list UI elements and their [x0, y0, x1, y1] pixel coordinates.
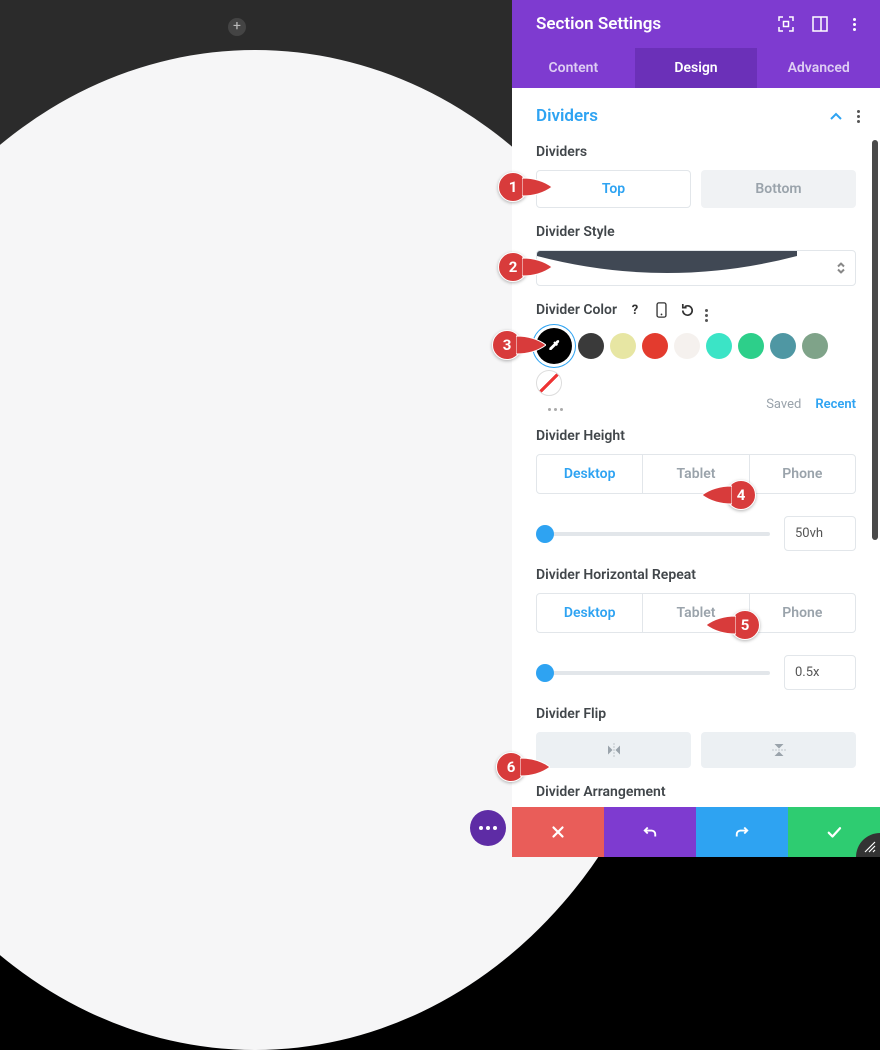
undo-button[interactable]	[604, 807, 696, 857]
callout-5: 5	[704, 610, 760, 640]
scrollbar[interactable]	[872, 140, 878, 540]
dividers-group: Dividers Top Bottom	[512, 138, 880, 218]
redo-button[interactable]	[696, 807, 788, 857]
divider-flip-group: Divider Flip	[512, 700, 880, 778]
height-responsive-tabs: Desktop Tablet Phone	[536, 454, 856, 494]
color-none-swatch[interactable]	[536, 370, 562, 396]
expand-icon[interactable]	[778, 16, 794, 32]
more-icon[interactable]	[846, 16, 862, 32]
callout-1: 1	[498, 172, 554, 202]
settings-panel: Section Settings Content Design Advanced…	[512, 0, 880, 857]
slider-thumb[interactable]	[536, 664, 554, 682]
divider-flip-label: Divider Flip	[536, 706, 856, 722]
divider-repeat-label: Divider Horizontal Repeat	[536, 567, 856, 583]
recent-colors-tab[interactable]: Recent	[815, 397, 856, 412]
color-swatch[interactable]	[610, 333, 636, 359]
panel-tabs: Content Design Advanced	[512, 48, 880, 88]
slider-thumb[interactable]	[536, 525, 554, 543]
section-more-icon[interactable]	[857, 110, 860, 123]
color-swatch[interactable]	[802, 333, 828, 359]
fab-menu-button[interactable]	[470, 810, 506, 846]
divider-top-button[interactable]: Top	[536, 170, 691, 208]
color-swatches	[536, 328, 856, 396]
flip-vertical-button[interactable]	[701, 732, 856, 768]
color-swatch[interactable]	[770, 333, 796, 359]
panel-toolbar	[512, 807, 880, 857]
divider-arrangement-group: Divider Arrangement Underneath Section C…	[512, 778, 880, 807]
divider-color-group: Divider Color ? Saved Re	[512, 296, 880, 422]
color-swatch[interactable]	[642, 333, 668, 359]
repeat-responsive-tabs: Desktop Tablet Phone	[536, 593, 856, 633]
callout-6: 6	[496, 752, 552, 782]
layout-icon[interactable]	[812, 16, 828, 32]
device-icon[interactable]	[653, 302, 669, 318]
repeat-slider[interactable]	[536, 671, 770, 675]
color-swatch[interactable]	[738, 333, 764, 359]
color-swatch[interactable]	[578, 333, 604, 359]
callout-4: 4	[700, 480, 756, 510]
discard-button[interactable]	[512, 807, 604, 857]
color-swatch[interactable]	[674, 333, 700, 359]
chevron-up-icon[interactable]	[829, 109, 843, 123]
reset-icon[interactable]	[679, 302, 695, 318]
height-slider[interactable]	[536, 532, 770, 536]
panel-title: Section Settings	[536, 14, 661, 34]
select-arrows-icon	[837, 263, 845, 274]
divider-style-select[interactable]	[536, 250, 856, 286]
tab-design[interactable]: Design	[635, 48, 758, 88]
height-input[interactable]	[784, 516, 856, 551]
tab-content[interactable]: Content	[512, 48, 635, 88]
divider-color-label: Divider Color	[536, 302, 617, 318]
tab-phone[interactable]: Phone	[749, 455, 855, 493]
dividers-label: Dividers	[536, 144, 856, 160]
tab-desktop[interactable]: Desktop	[537, 594, 642, 632]
section-title: Dividers	[536, 106, 598, 126]
tab-advanced[interactable]: Advanced	[757, 48, 880, 88]
divider-arrangement-label: Divider Arrangement	[536, 784, 856, 800]
section-header[interactable]: Dividers	[512, 88, 880, 138]
panel-header: Section Settings Content Design Advanced	[512, 0, 880, 88]
divider-bottom-button[interactable]: Bottom	[701, 170, 856, 208]
repeat-input[interactable]	[784, 655, 856, 690]
canvas-preview: +	[0, 0, 512, 857]
panel-body: Dividers Dividers Top Bottom Divider Sty…	[512, 88, 880, 807]
divider-height-group: Divider Height Desktop Tablet Phone	[512, 422, 880, 561]
callout-2: 2	[498, 252, 554, 282]
flip-horizontal-button[interactable]	[536, 732, 691, 768]
saved-colors-tab[interactable]: Saved	[766, 397, 801, 412]
divider-height-label: Divider Height	[536, 428, 856, 444]
add-section-button[interactable]: +	[228, 18, 246, 36]
divider-repeat-group: Divider Horizontal Repeat Desktop Tablet…	[512, 561, 880, 700]
tab-phone[interactable]: Phone	[749, 594, 855, 632]
tab-desktop[interactable]: Desktop	[537, 455, 642, 493]
help-icon[interactable]: ?	[627, 302, 643, 318]
color-swatch[interactable]	[706, 333, 732, 359]
divider-style-label: Divider Style	[536, 224, 856, 240]
callout-3: 3	[492, 330, 548, 360]
color-more-icon[interactable]	[705, 309, 708, 322]
divider-style-group: Divider Style	[512, 218, 880, 296]
